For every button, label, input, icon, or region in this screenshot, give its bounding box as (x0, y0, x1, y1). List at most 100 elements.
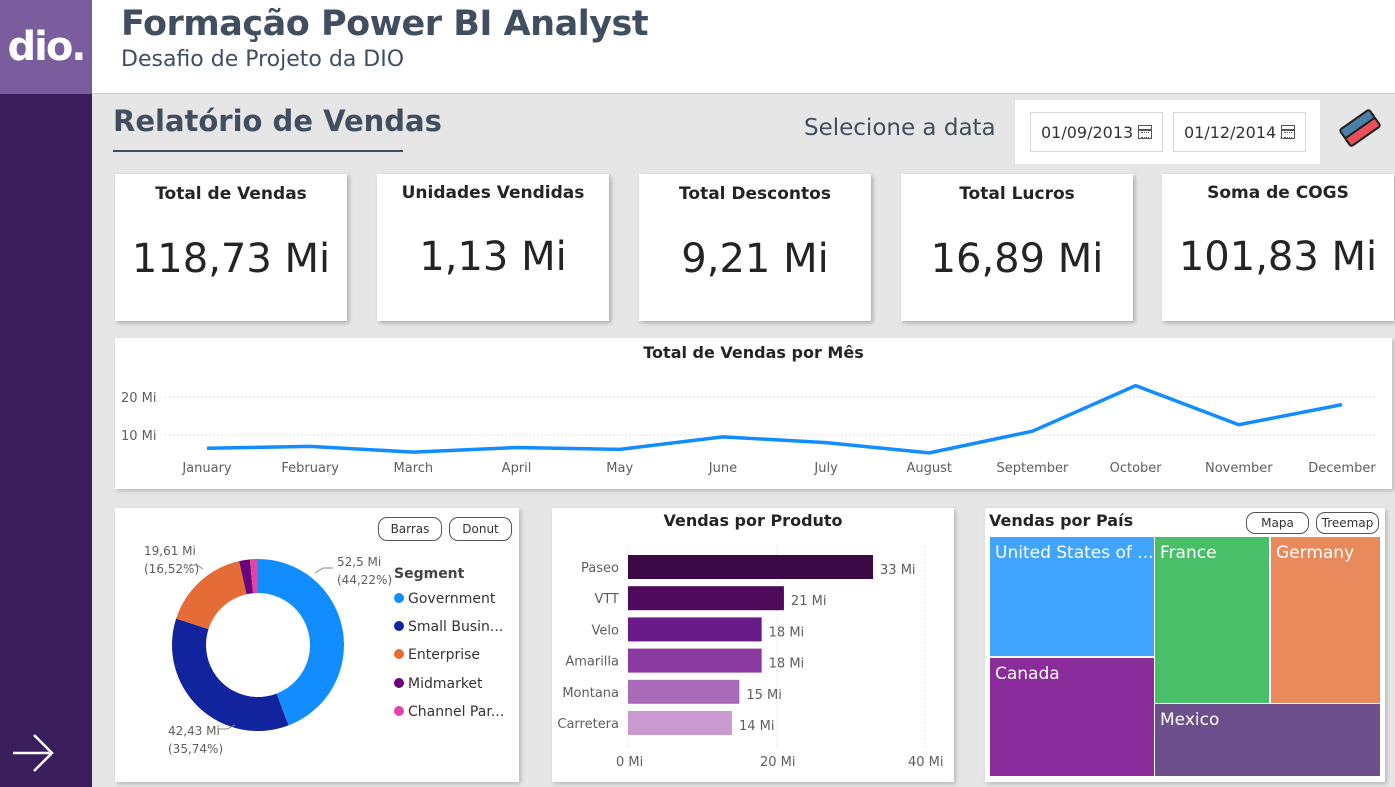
bar[interactable] (628, 648, 762, 673)
kpi-value: 9,21 Mi (681, 236, 829, 282)
bar-chart[interactable]: Paseo 33 Mi VTT 21 Mi Velo 18 Mi Amarilla 18 Mi… (552, 508, 954, 782)
line-chart-panel: Total de Vendas por Mês 20 Mi 10 Mi Janu… (115, 338, 1392, 489)
data-label: 52,5 Mi (337, 555, 381, 569)
x-tick-label: September (997, 461, 1070, 476)
legend-dot (394, 621, 404, 631)
x-tick-label: 40 Mi (908, 755, 944, 770)
treemap-cell-france[interactable]: France (1154, 536, 1270, 704)
x-tick-label: August (907, 461, 953, 476)
legend-dot (394, 706, 404, 716)
legend-item[interactable]: Small Busin... (394, 619, 503, 635)
category-label: Paseo (581, 561, 619, 576)
legend-label: Government (408, 591, 496, 607)
kpi-card-unidades-vendidas: Unidades Vendidas 1,13 Mi (377, 174, 609, 321)
data-label: (16,52%) (144, 562, 199, 576)
kpi-card-soma-cogs: Soma de COGS 101,83 Mi (1162, 174, 1394, 321)
data-label: 15 Mi (746, 688, 782, 703)
y-tick-label: 10 Mi (121, 429, 157, 444)
legend-item[interactable]: Midmarket (394, 676, 483, 692)
x-tick-label: April (502, 461, 532, 476)
page-subtitle: Desafio de Projeto da DIO (121, 47, 405, 72)
report-title: Relatório de Vendas (113, 104, 442, 138)
sidebar: dio. (0, 0, 92, 787)
bar[interactable] (628, 586, 784, 611)
mapa-button[interactable]: Mapa (1246, 512, 1309, 534)
treemap-cell-mexico[interactable]: Mexico (1154, 703, 1381, 777)
x-tick-label: May (606, 461, 633, 476)
data-label: 21 Mi (791, 594, 827, 609)
category-label: Carretera (557, 717, 619, 732)
date-slicer: 01/09/2013 01/12/2014 (1015, 100, 1320, 164)
bar[interactable] (628, 555, 874, 579)
legend-title: Segment (394, 566, 465, 582)
start-date-value: 01/09/2013 (1041, 122, 1134, 142)
x-tick-label: June (708, 461, 737, 476)
eraser-icon[interactable] (1336, 108, 1384, 148)
legend-label: Midmarket (408, 676, 483, 692)
legend-dot (394, 593, 404, 603)
series-line (206, 383, 1343, 455)
x-tick-label: October (1110, 461, 1163, 476)
country-chart-panel: Vendas por País Mapa Treemap United Stat… (985, 508, 1385, 782)
kpi-value: 16,89 Mi (930, 236, 1104, 282)
start-date-input[interactable]: 01/09/2013 (1030, 112, 1163, 152)
category-label: Velo (592, 623, 619, 638)
slice-small-business[interactable] (171, 618, 289, 731)
category-label: VTT (594, 592, 619, 607)
kpi-label: Total de Vendas (155, 184, 307, 204)
kpi-card-total-descontos: Total Descontos 9,21 Mi (639, 174, 871, 321)
logo-text: dio. (7, 24, 86, 70)
x-tick-label: 20 Mi (760, 755, 796, 770)
treemap-title: Vendas por País (989, 511, 1134, 530)
line-chart[interactable]: 20 Mi 10 Mi January February March April May… (115, 338, 1392, 489)
data-label: 18 Mi (769, 625, 805, 640)
kpi-card-total-lucros: Total Lucros 16,89 Mi (901, 174, 1133, 321)
x-tick-label: March (394, 461, 434, 476)
data-label: (35,74%) (168, 742, 223, 756)
bar[interactable] (628, 711, 732, 735)
legend-label: Enterprise (408, 647, 481, 663)
x-tick-label: February (281, 461, 339, 476)
data-label: 18 Mi (769, 657, 805, 672)
legend-dot (394, 649, 404, 659)
data-label: 33 Mi (880, 563, 916, 578)
kpi-label: Total Descontos (679, 184, 831, 204)
bar[interactable] (628, 679, 740, 704)
treemap-cell-germany[interactable]: Germany (1270, 536, 1381, 704)
kpi-value: 101,83 Mi (1178, 234, 1378, 280)
legend-label: Channel Par... (408, 704, 505, 720)
header: Formação Power BI Analyst Desafio de Pro… (92, 0, 1395, 94)
logo: dio. (0, 0, 92, 94)
legend-item[interactable]: Enterprise (394, 647, 480, 663)
kpi-label: Total Lucros (959, 184, 1075, 204)
x-tick-label: July (813, 461, 838, 476)
data-label: 19,61 Mi (144, 544, 196, 558)
data-label: 42,43 Mi (168, 724, 220, 738)
arrow-right-icon[interactable] (10, 730, 56, 776)
kpi-value: 1,13 Mi (419, 234, 567, 280)
kpi-label: Soma de COGS (1207, 183, 1349, 203)
bar[interactable] (628, 617, 762, 642)
data-label: (44,22%) (337, 573, 392, 587)
end-date-input[interactable]: 01/12/2014 (1173, 112, 1306, 152)
calendar-icon[interactable] (1281, 125, 1295, 139)
kpi-value: 118,73 Mi (131, 236, 331, 282)
legend-item[interactable]: Government (394, 591, 495, 607)
treemap-button[interactable]: Treemap (1316, 512, 1379, 534)
report-title-underline (113, 150, 403, 152)
kpi-label: Unidades Vendidas (401, 183, 585, 203)
segment-chart-panel: Barras Donut 52,5 Mi (44,22%) 42,43 Mi (… (115, 508, 519, 782)
legend-label: Small Busin... (408, 619, 504, 635)
data-label: 14 Mi (739, 719, 775, 734)
treemap-cell-united-states[interactable]: United States of ... (989, 536, 1155, 657)
legend-item[interactable]: Channel Par... (394, 704, 504, 720)
product-chart-panel: Vendas por Produto Paseo 33 Mi VTT 21 Mi Vel… (552, 508, 954, 782)
treemap-cell-canada[interactable]: Canada (989, 657, 1155, 777)
page-title: Formação Power BI Analyst (121, 4, 649, 44)
leader-line (314, 567, 333, 574)
calendar-icon[interactable] (1138, 125, 1152, 139)
legend-dot (394, 678, 404, 688)
donut-chart[interactable]: 52,5 Mi (44,22%) 42,43 Mi (35,74%) 19,61… (115, 508, 519, 782)
x-tick-label: January (181, 461, 232, 476)
kpi-card-total-vendas: Total de Vendas 118,73 Mi (115, 174, 347, 321)
